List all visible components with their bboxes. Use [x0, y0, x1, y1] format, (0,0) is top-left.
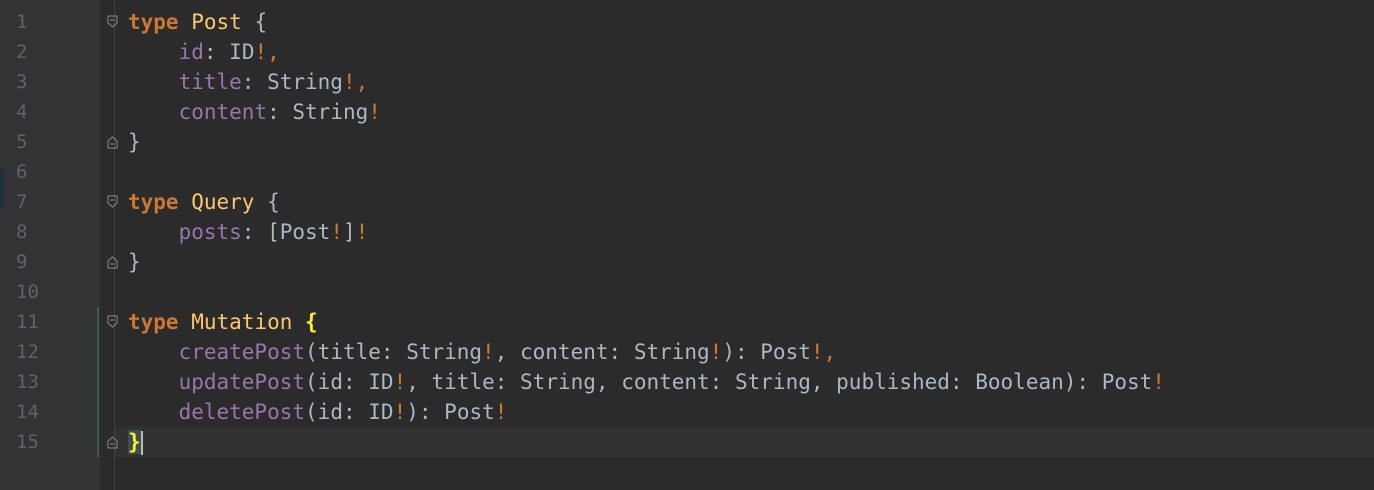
fold-close-icon[interactable] [107, 435, 118, 449]
code-text: } [128, 427, 143, 457]
code-line-10[interactable]: 10 [0, 277, 1374, 307]
line-number: 12 [16, 341, 39, 363]
line-number: 14 [16, 401, 39, 423]
code-line-9[interactable]: 9 } [0, 247, 1374, 277]
code-text: updatePost(id: ID!, title: String, conte… [178, 370, 1165, 394]
code-text: id: ID!, [178, 40, 280, 64]
fold-open-icon[interactable] [107, 315, 118, 329]
matched-open-brace: { [305, 310, 318, 334]
code-line-3[interactable]: 3 title: String!, [0, 67, 1374, 97]
code-line-15[interactable]: 15 } [0, 427, 1374, 457]
fold-open-icon[interactable] [107, 15, 118, 29]
line-number: 15 [16, 431, 39, 453]
line-number: 6 [16, 161, 28, 183]
line-number: 13 [16, 371, 39, 393]
line-number: 8 [16, 221, 28, 243]
matched-close-brace: } [128, 430, 141, 454]
code-line-5[interactable]: 5 } [0, 127, 1374, 157]
fold-close-icon[interactable] [107, 135, 118, 149]
line-number: 7 [16, 191, 28, 213]
line-number: 9 [16, 251, 28, 273]
code-text: type Query { [128, 190, 280, 214]
fold-close-icon[interactable] [107, 255, 118, 269]
code-text: createPost(title: String!, content: Stri… [178, 340, 837, 364]
code-line-4[interactable]: 4 content: String! [0, 97, 1374, 127]
text-cursor [140, 431, 143, 455]
code-line-1[interactable]: 1 type Post { [0, 7, 1374, 37]
line-number: 11 [16, 311, 39, 333]
code-text: type Mutation { [128, 310, 318, 334]
code-editor[interactable]: 1 type Post { 2 id: ID!, 3 title: String… [0, 0, 1374, 490]
code-line-12[interactable]: 12 createPost(title: String!, content: S… [0, 337, 1374, 367]
line-number: 1 [16, 11, 28, 33]
code-text: } [128, 250, 141, 274]
code-text: posts: [Post!]! [178, 220, 369, 244]
code-line-7[interactable]: 7 type Query { [0, 187, 1374, 217]
line-number: 10 [16, 281, 39, 303]
code-text: deletePost(id: ID!): Post! [178, 400, 508, 424]
code-line-13[interactable]: 13 updatePost(id: ID!, title: String, co… [0, 367, 1374, 397]
code-line-2[interactable]: 2 id: ID!, [0, 37, 1374, 67]
line-number: 5 [16, 131, 28, 153]
code-text: type Post { [128, 10, 268, 34]
code-line-6[interactable]: 6 [0, 157, 1374, 187]
line-number: 3 [16, 71, 28, 93]
fold-open-icon[interactable] [107, 195, 118, 209]
line-number: 4 [16, 101, 28, 123]
code-text: } [128, 130, 141, 154]
code-line-8[interactable]: 8 posts: [Post!]! [0, 217, 1374, 247]
line-number: 2 [16, 41, 28, 63]
code-text: content: String! [178, 100, 381, 124]
code-line-14[interactable]: 14 deletePost(id: ID!): Post! [0, 397, 1374, 427]
code-text: title: String!, [178, 70, 369, 94]
code-line-11[interactable]: 11 type Mutation { [0, 307, 1374, 337]
